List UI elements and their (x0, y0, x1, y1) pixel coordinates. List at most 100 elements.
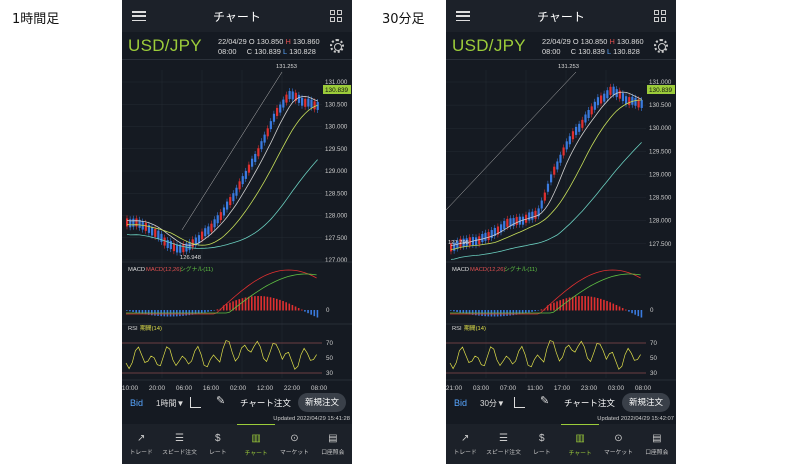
indicator-icon[interactable] (514, 397, 525, 408)
macd-histogram-bar (310, 310, 312, 315)
time-tick-label: 08:00 (311, 385, 328, 392)
price-chart[interactable]: 131.000 130.500 130.000 129.500 129.000 128.5… (446, 60, 676, 392)
candle-body (247, 164, 251, 173)
candle-body (226, 201, 229, 210)
hamburger-menu-icon[interactable] (456, 11, 470, 22)
macd-histogram-bar (316, 310, 319, 318)
tab-rate[interactable]: $ レート (523, 424, 561, 464)
currency-pair[interactable]: USD/JPY (128, 36, 202, 56)
tab-chart[interactable]: ▥ チャート (236, 424, 276, 464)
high-label: H (609, 37, 615, 46)
tab-market[interactable]: ⊙ マーケット (599, 424, 637, 464)
macd-histogram-bar (266, 296, 269, 311)
currency-pair[interactable]: USD/JPY (452, 36, 526, 56)
top-bar: チャート (122, 0, 352, 32)
tab-label: トレード (129, 450, 153, 456)
bid-ask-toggle[interactable]: Bid (454, 398, 467, 408)
macd-histogram-bar (571, 296, 574, 311)
candle-body (144, 222, 147, 231)
layout-grid-icon[interactable] (330, 10, 342, 22)
tab-account[interactable]: ▤ 口座照会 (638, 424, 676, 464)
macd-label: MACD (128, 267, 145, 273)
chart-order-button[interactable]: チャート注文 (240, 397, 291, 409)
close-label: C (246, 47, 253, 56)
time-tick-label: 10:00 (122, 385, 139, 392)
macd-histogram-bar (575, 296, 577, 311)
draw-pen-icon[interactable]: ✎ (216, 394, 225, 407)
macd-label: MACD (452, 267, 469, 273)
tab-label: スピード注文 (162, 450, 197, 456)
tab-label: マーケット (279, 450, 309, 456)
macd-histogram-bar (606, 301, 608, 311)
price-tick-label: 130.000 (325, 124, 348, 131)
macd-histogram-bar (226, 303, 228, 311)
price-tick-label: 127.500 (325, 235, 348, 242)
tab-label: レート (533, 450, 551, 456)
time-tick-label: 08:00 (635, 385, 652, 392)
macd-histogram-bar (263, 296, 266, 311)
market-icon: ⊙ (290, 432, 299, 444)
candle-body (238, 181, 241, 190)
macd-histogram-bar (593, 297, 596, 311)
candle-body (126, 218, 129, 227)
candle-body (282, 99, 285, 108)
price-tick-label: 130.500 (649, 102, 672, 109)
tab-rate[interactable]: $ レート (199, 424, 237, 464)
draw-pen-icon[interactable]: ✎ (540, 394, 549, 407)
candle-body (562, 147, 565, 156)
candle-body (316, 101, 319, 110)
bar-time: 08:00 (218, 47, 237, 56)
candle-body (481, 234, 484, 243)
price-chart[interactable]: 131.000 130.500 130.000 129.500 129.000 128.5… (122, 60, 352, 392)
price-tick-label: 129.500 (649, 148, 672, 155)
updated-timestamp: Updated 2022/04/29 15:41:28 (273, 416, 350, 422)
bid-ask-toggle[interactable]: Bid (130, 398, 143, 408)
high-value: 130.860 (292, 37, 320, 46)
candle-body (543, 192, 546, 201)
macd-histogram-bar (251, 296, 253, 311)
tab-trade[interactable]: ↗ トレード (446, 424, 484, 464)
tab-speed-order[interactable]: ☰ スピード注文 (484, 424, 522, 464)
macd-histogram-bar (634, 310, 636, 315)
tab-chart[interactable]: ▥ チャート (560, 424, 600, 464)
price-tick-label: 130.000 (649, 125, 672, 132)
candle-body (478, 236, 481, 245)
candle-body (154, 228, 157, 237)
timeframe-select[interactable]: 30分▼ (480, 398, 505, 409)
candle-body (313, 101, 316, 110)
chart-order-button[interactable]: チャート注文 (564, 397, 615, 409)
caption-30m: 30分足 (382, 12, 425, 27)
bar-date: 22/04/29 (218, 37, 247, 46)
tab-market[interactable]: ⊙ マーケット (275, 424, 313, 464)
layout-grid-icon[interactable] (654, 10, 666, 22)
new-order-button[interactable]: 新規注文 (297, 393, 346, 412)
tab-account[interactable]: ▤ 口座照会 (314, 424, 352, 464)
candle-body (571, 131, 575, 140)
candle-body (550, 174, 553, 183)
macd-histogram-bar (216, 309, 219, 311)
candle-body (515, 216, 518, 225)
hamburger-menu-icon[interactable] (132, 11, 146, 22)
close-label: C (570, 47, 577, 56)
candle-body (307, 98, 310, 107)
candle-body (213, 219, 216, 228)
settings-gear-icon[interactable] (654, 39, 668, 53)
candle-body (229, 197, 232, 206)
indicator-icon[interactable] (190, 397, 201, 408)
new-order-button[interactable]: 新規注文 (621, 393, 670, 412)
timeframe-select[interactable]: 1時間▼ (156, 398, 184, 409)
high-marker-label: 131.253 (276, 64, 297, 70)
high-marker-label: 131.253 (558, 64, 579, 70)
rate-icon: $ (215, 432, 221, 444)
candle-body (581, 119, 584, 128)
candle-body (503, 221, 506, 230)
settings-gear-icon[interactable] (330, 39, 344, 53)
tab-trade[interactable]: ↗ トレード (122, 424, 160, 464)
tab-speed-order[interactable]: ☰ スピード注文 (160, 424, 198, 464)
account-icon: ▤ (652, 432, 662, 444)
current-price-label: 130.839 (325, 87, 349, 94)
open-label: O (572, 37, 579, 46)
macd-histogram-bar (129, 310, 131, 312)
candle-body (534, 210, 537, 219)
macd-histogram-bar (229, 302, 231, 311)
